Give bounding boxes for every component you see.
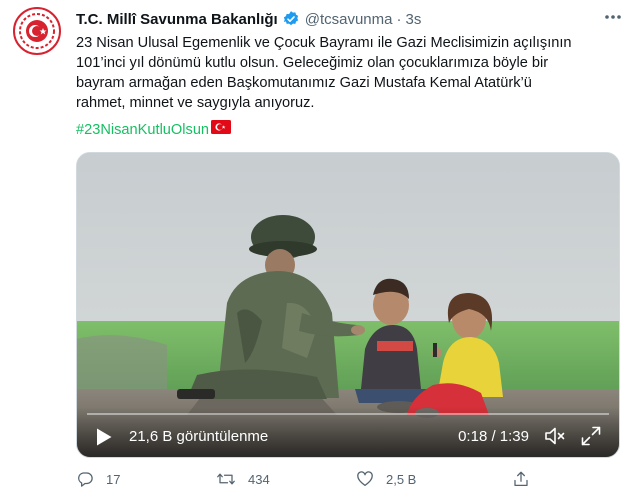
hashtag-line: #23NisanKutluOlsun (76, 120, 232, 140)
fullscreen-icon[interactable] (579, 424, 603, 448)
like-count: 2,5 B (386, 471, 417, 487)
separator-dot: · (396, 10, 402, 28)
tweet-text-line: rahmet, minnet ve saygıyla anıyoruz. (76, 95, 315, 111)
video-player[interactable]: 21,6 B görüntülenme 0:18 / 1:39 (76, 152, 620, 458)
retweet-button[interactable]: 434 (216, 470, 270, 488)
tweet-text-line: 101’inci yıl dönümü kutlu olsun. Geleceğ… (76, 55, 549, 71)
account-handle[interactable]: @tcsavunma (305, 11, 393, 28)
retweet-count: 434 (248, 471, 270, 487)
video-timecode: 0:18 / 1:39 (458, 428, 529, 445)
ministry-emblem-icon (17, 11, 57, 51)
turkey-flag-emoji-icon (211, 120, 232, 140)
tweet-text: 23 Nisan Ulusal Egemenlik ve Çocuk Bayra… (76, 33, 624, 113)
account-name[interactable]: T.C. Millî Savunma Bakanlığı (76, 11, 278, 28)
verified-badge-icon (282, 10, 300, 28)
tweet-text-line: bayram armağan eden Başkomutanımız Gazi … (76, 75, 532, 91)
hashtag-link[interactable]: #23NisanKutluOlsun (76, 120, 209, 140)
video-view-count: 21,6 B görüntülenme (129, 428, 269, 445)
account-avatar[interactable] (13, 7, 61, 55)
like-button[interactable]: 2,5 B (356, 470, 416, 488)
volume-icon[interactable] (543, 424, 567, 448)
video-progress-bar[interactable] (87, 413, 609, 415)
retweet-icon (217, 473, 235, 485)
share-icon (514, 471, 528, 487)
tweet-time[interactable]: 3s (405, 11, 421, 28)
video-controls: 21,6 B görüntülenme 0:18 / 1:39 (77, 407, 619, 457)
tweet-actions: 17 434 2,5 B (76, 468, 620, 490)
play-icon[interactable] (95, 427, 113, 447)
reply-button[interactable]: 17 (76, 470, 120, 488)
tweet-header: T.C. Millî Savunma Bakanlığı @tcsavunma … (76, 8, 628, 30)
more-dots-icon[interactable] (602, 8, 624, 26)
reply-icon (78, 472, 93, 487)
heart-icon (357, 471, 373, 487)
share-button[interactable] (512, 470, 530, 488)
tweet-text-line: 23 Nisan Ulusal Egemenlik ve Çocuk Bayra… (76, 35, 572, 51)
reply-count: 17 (106, 471, 121, 487)
